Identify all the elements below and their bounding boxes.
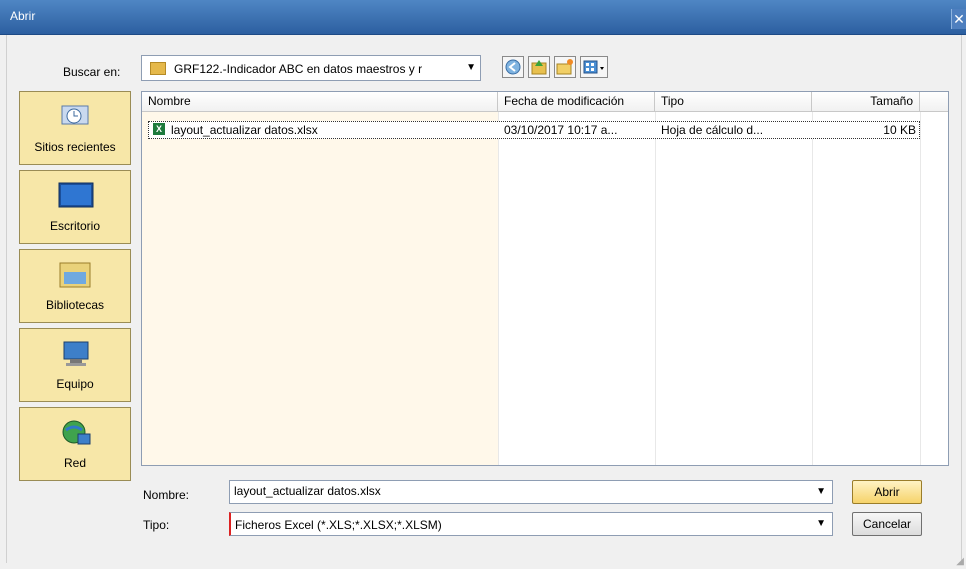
chevron-down-icon[interactable]: ▼ [816,518,826,529]
col-header-filler [920,92,948,112]
up-folder-button[interactable] [528,56,550,78]
file-type: Hoja de cálculo d... [661,123,764,137]
new-folder-icon [556,59,573,75]
lookin-value: GRF122.-Indicador ABC en datos maestros … [174,62,423,76]
place-label: Sitios recientes [34,140,116,154]
place-recent[interactable]: Sitios recientes [19,91,131,165]
back-arrow-icon [505,59,521,75]
view-menu-button[interactable] [580,56,608,78]
filetype-select[interactable]: Ficheros Excel (*.XLS;*.XLSX;*.XLSM) ▼ [229,512,833,536]
name-column-highlight [142,112,498,465]
view-grid-icon [583,60,604,74]
filename-combo[interactable]: ▼ [229,480,833,504]
file-size: 10 KB [883,123,916,137]
desktop-icon [58,182,94,208]
title-bar: Abrir ✕ [0,0,966,35]
file-name: layout_actualizar datos.xlsx [171,123,318,137]
up-arrow-icon [531,60,547,75]
file-date: 03/10/2017 10:17 a... [504,123,618,137]
places-bar: Sitios recientes Escritorio Bibliotecas … [19,91,131,482]
cancel-button[interactable]: Cancelar [852,512,922,536]
open-button[interactable]: Abrir [852,480,922,504]
lookin-label: Buscar en: [63,65,121,79]
libraries-icon [59,262,91,288]
file-row[interactable]: X layout_actualizar datos.xlsx 03/10/201… [148,121,920,139]
col-separator [498,112,499,465]
lookin-combo[interactable]: GRF122.-Indicador ABC en datos maestros … [141,55,481,81]
place-label: Bibliotecas [45,298,105,312]
computer-icon [63,341,89,366]
file-list[interactable]: Nombre Fecha de modificación Tipo Tamaño… [141,91,949,466]
col-header-name[interactable]: Nombre [142,92,498,112]
col-header-date[interactable]: Fecha de modificación [498,92,655,112]
place-computer[interactable]: Equipo [19,328,131,402]
chevron-down-icon[interactable]: ▼ [816,486,826,497]
place-network[interactable]: Red [19,407,131,481]
folder-icon [150,62,166,75]
window-title: Abrir [10,9,36,23]
chevron-down-icon[interactable]: ▼ [466,62,476,73]
excel-file-icon: X [153,123,165,135]
filename-label: Nombre: [143,488,190,502]
col-separator [812,112,813,465]
new-folder-button[interactable] [554,56,576,78]
filetype-value: Ficheros Excel (*.XLS;*.XLSX;*.XLSM) [235,518,442,532]
col-header-size[interactable]: Tamaño [812,92,920,112]
filename-input[interactable] [234,484,794,498]
resize-grip-icon[interactable]: ◢ [956,556,964,567]
close-button[interactable]: ✕ [951,9,966,29]
place-label: Red [63,456,86,470]
place-desktop[interactable]: Escritorio [19,170,131,244]
filetype-label: Tipo: [143,518,170,532]
back-button[interactable] [502,56,524,78]
col-separator [920,112,921,465]
recent-places-icon [61,105,89,125]
col-header-type[interactable]: Tipo [655,92,812,112]
place-label: Equipo [56,377,94,391]
network-icon [62,420,91,445]
place-libraries[interactable]: Bibliotecas [19,249,131,323]
col-separator [655,112,656,465]
place-label: Escritorio [49,219,100,233]
